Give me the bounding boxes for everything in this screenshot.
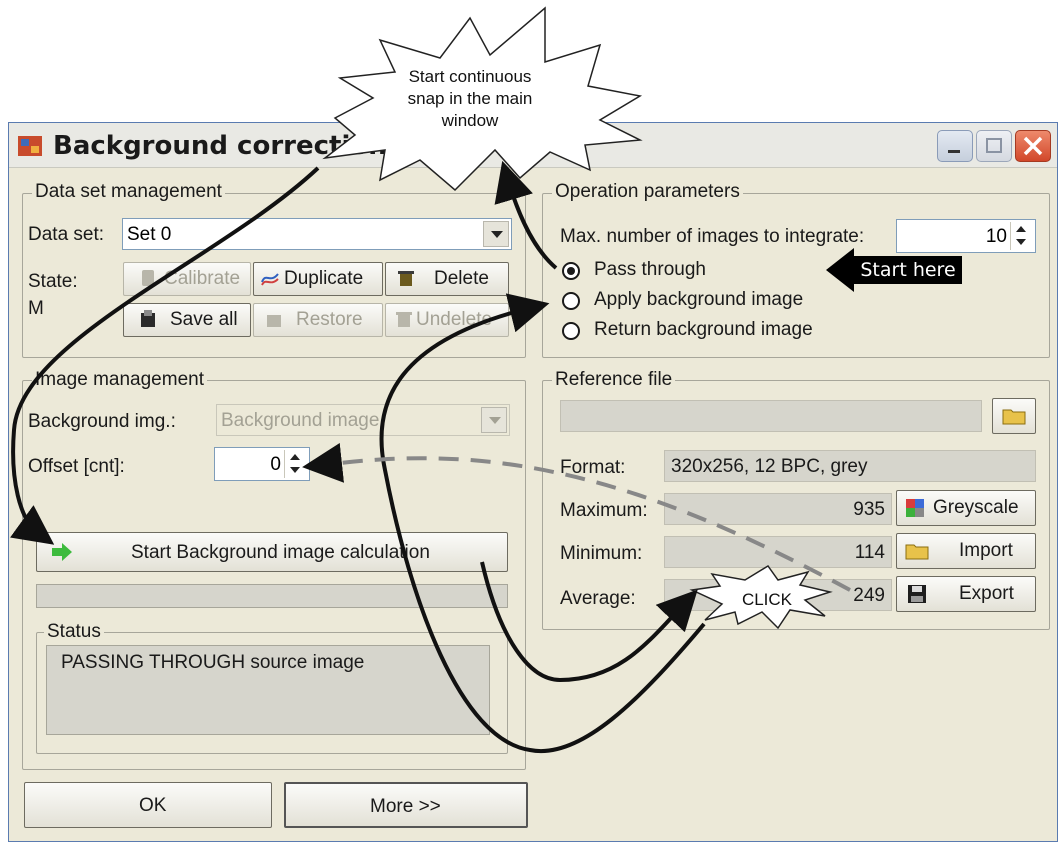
arrow-back-to-options: [379, 293, 706, 754]
arrow-to-start-button: [10, 166, 320, 545]
callout-text: Start continuous snap in the main window: [407, 67, 533, 130]
click-label: CLICK: [741, 590, 793, 609]
arrow-to-click: [480, 561, 698, 683]
arrow-to-callout: [494, 160, 558, 270]
start-here-label: Start here: [860, 259, 956, 281]
